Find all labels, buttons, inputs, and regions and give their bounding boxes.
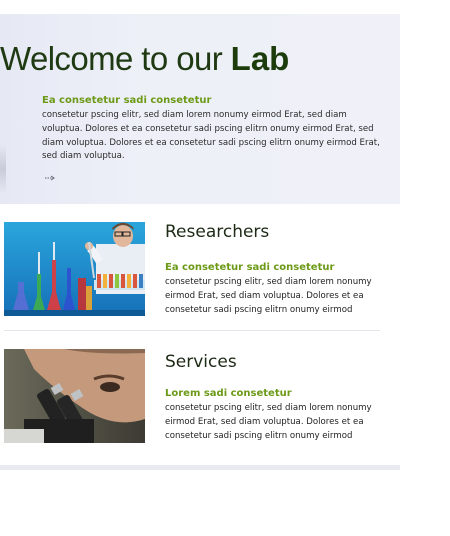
- top-spacer: [0, 0, 400, 14]
- hero-title-bold: Lab: [230, 40, 290, 77]
- hero-title: Welcome to our Lab: [0, 40, 289, 78]
- researchers-body-text: consetetur pscing elitr, sed diam lorem …: [165, 277, 372, 315]
- services-title[interactable]: Services: [165, 352, 237, 372]
- hero-subtitle: Ea consetetur sadi consetetur: [42, 95, 212, 106]
- read-more-arrow-icon[interactable]: [44, 174, 56, 184]
- services-body-text: consetetur pscing elitr, sed diam lorem …: [165, 403, 372, 441]
- services-subtitle: Lorem sadi consetetur: [165, 388, 292, 399]
- footer-bar: [0, 465, 400, 470]
- researchers-image[interactable]: [4, 222, 145, 316]
- hero-title-light: Welcome to our: [0, 40, 231, 77]
- researchers-title[interactable]: Researchers: [165, 222, 269, 242]
- researchers-subtitle: Ea consetetur sadi consetetur: [165, 262, 335, 273]
- microscope-photo: [4, 349, 145, 443]
- hero-body-text: consetetur pscing elitr, sed diam lorem …: [42, 110, 380, 162]
- arrow-right-icon: [45, 175, 55, 181]
- hero-decoration: [0, 144, 6, 194]
- services-image[interactable]: [4, 349, 145, 443]
- lab-glassware-photo: [4, 222, 145, 316]
- section-divider: [4, 330, 380, 331]
- hero-banner: Welcome to our Lab Ea consetetur sadi co…: [0, 14, 400, 204]
